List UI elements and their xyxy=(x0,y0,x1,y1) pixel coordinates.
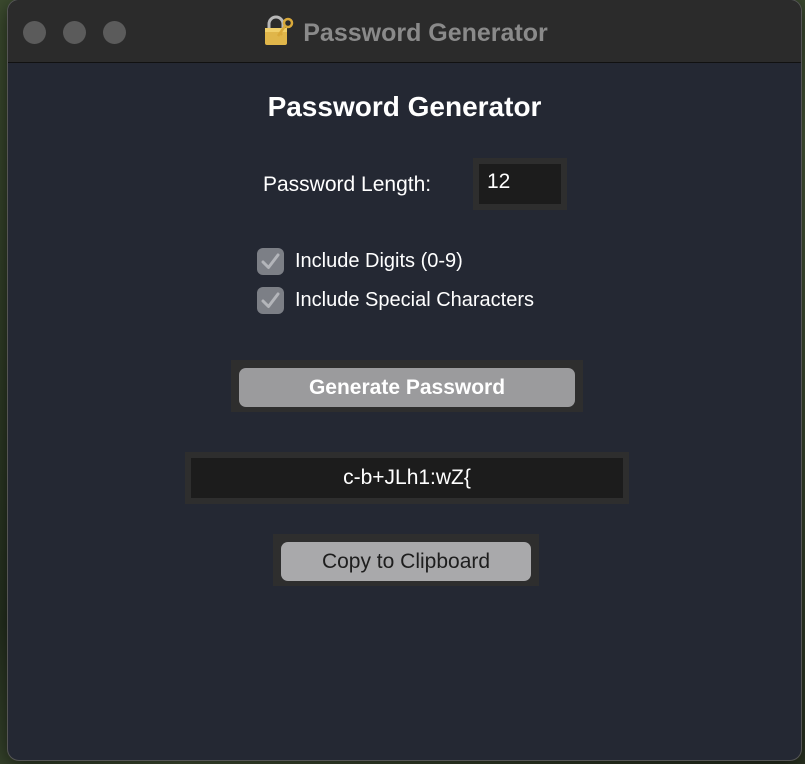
copy-button-frame: Copy to Clipboard xyxy=(273,534,539,586)
include-special-checkbox[interactable] xyxy=(257,287,284,314)
app-window: Password Generator Password Generator Pa… xyxy=(8,0,801,760)
window-title: Password Generator xyxy=(303,19,548,47)
include-special-option[interactable]: Include Special Characters xyxy=(257,287,534,314)
lock-with-key-icon xyxy=(261,14,295,48)
window-title-group: Password Generator xyxy=(8,14,801,48)
generate-button-frame: Generate Password xyxy=(231,360,583,412)
password-length-label: Password Length: xyxy=(263,173,432,196)
page-title: Password Generator xyxy=(267,91,542,122)
main-content: Password Generator Password Length: Incl… xyxy=(8,63,801,760)
include-digits-checkbox[interactable] xyxy=(257,248,284,275)
include-digits-label: Include Digits (0-9) xyxy=(295,250,463,272)
include-special-label: Include Special Characters xyxy=(295,289,535,311)
title-bar[interactable]: Password Generator xyxy=(8,0,801,63)
include-digits-option[interactable]: Include Digits (0-9) xyxy=(257,248,463,275)
checkmark-icon xyxy=(261,292,280,308)
generated-password-field[interactable] xyxy=(191,458,623,498)
password-output-frame xyxy=(185,452,629,504)
checkmark-icon xyxy=(261,253,280,269)
copy-to-clipboard-button[interactable]: Copy to Clipboard xyxy=(281,542,531,581)
password-length-frame xyxy=(473,158,567,210)
password-length-input[interactable] xyxy=(479,164,561,204)
generate-password-button[interactable]: Generate Password xyxy=(239,368,575,407)
